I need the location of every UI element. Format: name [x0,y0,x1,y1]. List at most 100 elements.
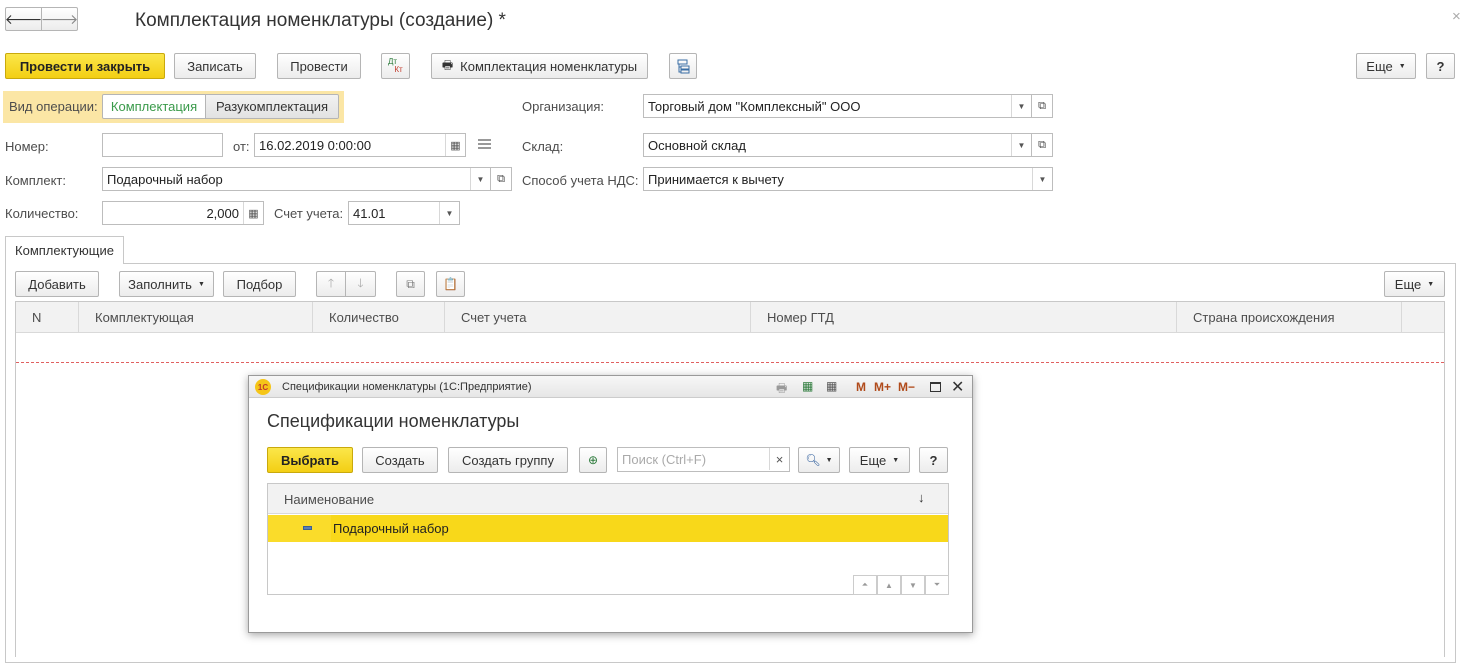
dialog-help-button[interactable]: ? [919,447,948,473]
spec-list: Наименование ↓ Подарочный набор ⏶ ▲ ▼ ⏷ [267,483,949,595]
kit-label: Комплект: [5,173,66,188]
account-field[interactable]: 41.01 ▼ [348,201,460,225]
account-label: Счет учета: [274,206,344,221]
account-value: 41.01 [353,205,386,221]
paste-button[interactable]: 📋 [436,271,465,297]
more-label: Еще [1366,58,1393,74]
number-field[interactable] [102,133,223,157]
chevron-down-icon[interactable]: ▼ [1011,134,1031,156]
org-value: Торговый дом "Комплексный" ООО [648,98,861,114]
memory-m-icon[interactable]: M [856,380,866,394]
warehouse-field[interactable]: Основной склад ▼ [643,133,1032,157]
scroll-up-icon[interactable]: ▲ [877,575,901,595]
table-icon[interactable]: ▦ [802,379,813,393]
table-more-label: Еще [1394,276,1422,292]
chevron-down-icon: ▼ [197,280,205,288]
tab-components[interactable]: Комплектующие [5,236,124,264]
from-label: от: [233,139,250,154]
print-kit-button[interactable]: 🖶 Комплектация номенклатуры [431,53,648,79]
column-header-gtd[interactable]: Номер ГТД [751,302,1177,333]
structure-button[interactable] [669,53,697,79]
calendar-icon[interactable]: ▦ [826,379,837,393]
post-button[interactable]: Провести [277,53,361,79]
spec-dialog: 1С Спецификации номенклатуры (1С:Предпри… [248,375,973,633]
column-header-country[interactable]: Страна происхождения [1177,302,1402,333]
warehouse-open-button[interactable]: ⧉ [1031,133,1053,157]
page-title: Комплектация номенклатуры (создание) * [135,10,506,31]
dialog-more-button[interactable]: Еще ▼ [849,447,910,473]
dialog-close-icon[interactable]: ✕ [951,377,964,397]
kit-field[interactable]: Подарочный набор ▼ [102,167,491,191]
operation-switch: Комплектация Разукомплектация [102,94,339,119]
printer-icon: 🖶 [441,57,454,72]
qty-field[interactable]: 2,000 ▦ [102,201,264,225]
close-icon[interactable]: × [1452,8,1461,25]
arrow-down-icon: 🡓 [357,275,364,290]
org-open-button[interactable]: ⧉ [1031,94,1053,118]
arrow-up-icon: 🡑 [327,275,335,290]
operation-kit-option[interactable]: Комплектация [103,95,206,118]
dtkt-button[interactable]: Дт Кт [381,53,410,79]
print-icon[interactable]: 🖶 [776,379,787,400]
add-from-template-button[interactable]: ⊕ [579,447,607,473]
search-input[interactable]: Поиск (Ctrl+F) × [617,447,790,472]
column-header-account[interactable]: Счет учета [445,302,751,333]
column-header-n[interactable]: N [16,302,79,333]
maximize-icon[interactable] [930,382,941,392]
clear-search-icon[interactable]: × [769,448,789,470]
save-button[interactable]: Записать [174,53,256,79]
memory-minus-icon[interactable]: M− [898,380,915,394]
help-button[interactable]: ? [1426,53,1455,79]
chevron-down-icon[interactable]: ▼ [439,202,459,224]
chevron-down-icon[interactable]: ▼ [1011,95,1031,117]
search-button[interactable]: 🔍︎ ▼ [798,447,840,473]
comment-icon[interactable] [478,139,491,149]
chevron-down-icon: ▼ [1398,62,1406,70]
operation-unkit-option[interactable]: Разукомплектация [206,95,338,118]
create-button[interactable]: Создать [362,447,438,473]
back-button[interactable]: 🡐 [5,7,42,31]
forward-button[interactable]: 🡒 [41,7,78,31]
scroll-down-icon[interactable]: ▼ [901,575,925,595]
calculator-icon[interactable]: ▦ [243,202,263,224]
chevron-down-icon: ▼ [825,456,833,464]
calendar-icon[interactable]: ▦ [445,134,465,156]
scroll-last-icon[interactable]: ⏷ [925,575,949,595]
add-row-button[interactable]: Добавить [15,271,99,297]
chevron-down-icon: ▼ [892,456,900,464]
table-header: N Комплектующая Количество Счет учета Но… [16,302,1444,333]
move-down-button[interactable]: 🡓 [345,271,376,297]
chevron-down-icon[interactable]: ▼ [470,168,490,190]
move-up-button[interactable]: 🡑 [316,271,346,297]
number-label: Номер: [5,139,49,154]
fill-button[interactable]: Заполнить ▼ [119,271,214,297]
print-kit-label: Комплектация номенклатуры [460,58,638,74]
kit-open-button[interactable]: ⧉ [490,167,512,191]
list-nav: ⏶ ▲ ▼ ⏷ [853,575,949,595]
copy-row-button[interactable]: ⧉ [396,271,425,297]
kit-value: Подарочный набор [107,171,223,187]
date-field[interactable]: 16.02.2019 0:00:00 ▦ [254,133,466,157]
more-button[interactable]: Еще ▼ [1356,53,1416,79]
column-header-quantity[interactable]: Количество [313,302,445,333]
create-group-button[interactable]: Создать группу [448,447,568,473]
arrow-left-icon: 🡐 [4,10,43,27]
date-value: 16.02.2019 0:00:00 [259,137,372,153]
org-field[interactable]: Торговый дом "Комплексный" ООО ▼ [643,94,1032,118]
post-and-close-button[interactable]: Провести и закрыть [5,53,165,79]
scroll-first-icon[interactable]: ⏶ [853,575,877,595]
dialog-titlebar: 1С Спецификации номенклатуры (1С:Предпри… [249,376,972,398]
list-header[interactable]: Наименование ↓ [268,484,948,514]
memory-plus-icon[interactable]: M+ [874,380,891,394]
column-header-component[interactable]: Комплектующая [79,302,313,333]
pick-button[interactable]: Подбор [223,271,296,297]
vat-label: Способ учета НДС: [522,173,639,188]
invalid-row-marker [16,362,1444,363]
list-item[interactable]: Подарочный набор [268,515,948,542]
chevron-down-icon[interactable]: ▼ [1032,168,1052,190]
fill-label: Заполнить [128,276,192,292]
table-more-button[interactable]: Еще ▼ [1384,271,1445,297]
column-header-name: Наименование [284,492,375,507]
select-button[interactable]: Выбрать [267,447,353,473]
vat-field[interactable]: Принимается к вычету ▼ [643,167,1053,191]
